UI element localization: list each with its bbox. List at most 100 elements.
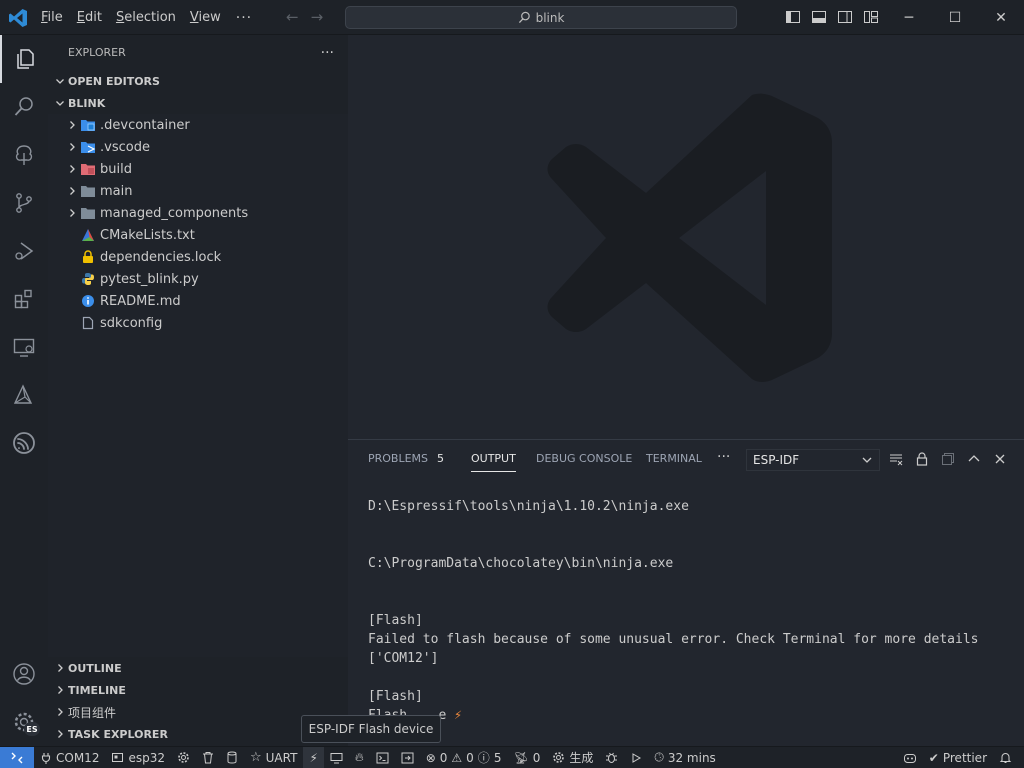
monitor-button[interactable] (324, 747, 349, 768)
output-line: ['COM12'] (368, 651, 439, 666)
tree-item-sdkconfig[interactable]: sdkconfig (48, 312, 348, 334)
manage-activity[interactable]: ES (0, 698, 48, 746)
python-icon (80, 271, 96, 287)
menuconfig-button[interactable] (171, 747, 196, 768)
toggle-secondary-sidebar-icon[interactable] (837, 9, 853, 25)
activity-bar: ES (0, 35, 48, 746)
prettier-status[interactable]: ✔︎ Prettier (923, 747, 993, 768)
time-tracker-status[interactable]: 🕓︎ 32 mins (648, 747, 721, 768)
lock-icon[interactable] (914, 451, 930, 467)
copilot-status[interactable] (897, 747, 923, 768)
remote-explorer-activity[interactable] (0, 323, 48, 371)
tree-item-pytest-blink[interactable]: pytest_blink.py (48, 268, 348, 290)
copilot-icon (903, 753, 916, 763)
tree-item-managed-components[interactable]: managed_components (48, 202, 348, 224)
close-panel-icon[interactable] (992, 451, 1008, 467)
status-bar: COM12 esp32 ☆ UART ⚡ 🔥︎ ⊗ 0 ⚠ 0 ⓘ 5 📡︎ 0 生成 (0, 746, 1024, 768)
toggle-primary-sidebar-icon[interactable] (785, 9, 801, 25)
chevron-up-icon[interactable] (966, 451, 982, 467)
file-icon (80, 315, 96, 331)
target-status[interactable]: esp32 (105, 747, 171, 768)
esp-idf-explorer-activity[interactable] (0, 131, 48, 179)
gear-icon (553, 752, 565, 763)
terminal-icon (376, 752, 389, 763)
panel-more-button[interactable]: ··· (717, 449, 730, 469)
chevron-right-icon (64, 139, 80, 155)
menu-selection[interactable]: Selection (111, 10, 181, 25)
open-editors-section[interactable]: OPEN EDITORS (48, 70, 348, 92)
flash-device-button[interactable]: ⚡ (303, 746, 324, 768)
timeline-section[interactable]: TIMELINE (48, 679, 348, 701)
full-clean-button[interactable] (196, 747, 220, 768)
open-in-editor-icon[interactable] (940, 451, 956, 467)
clear-output-icon[interactable] (888, 451, 904, 467)
forward-arrow-icon[interactable]: → (311, 8, 324, 26)
chevron-down-icon (52, 73, 68, 89)
port-status[interactable]: COM12 (34, 747, 105, 768)
build-flash-monitor-button[interactable]: 🔥︎ (349, 747, 370, 768)
tab-problems[interactable]: PROBLEMS (368, 452, 428, 472)
tree-item-dependencies-lock[interactable]: dependencies.lock (48, 246, 348, 268)
sdk-button[interactable] (220, 747, 244, 768)
output-channel-value: ESP-IDF (753, 453, 800, 467)
tree-item-cmakelists[interactable]: CMakeLists.txt (48, 224, 348, 246)
toggle-panel-icon[interactable] (811, 9, 827, 25)
trash-icon (202, 752, 213, 764)
execute-task-button[interactable] (395, 747, 420, 768)
flash-method-status[interactable]: ☆ UART (244, 747, 303, 768)
remote-indicator[interactable] (0, 746, 34, 768)
search-activity[interactable] (0, 83, 48, 131)
source-control-activity[interactable] (0, 179, 48, 227)
problems-status[interactable]: ⊗ 0 ⚠ 0 ⓘ 5 (420, 747, 508, 768)
tab-output[interactable]: OUTPUT (471, 452, 516, 472)
cmake-activity[interactable] (0, 371, 48, 419)
warning-icon: ⚠ (451, 750, 463, 765)
menu-view[interactable]: View (185, 10, 226, 25)
editor-area (348, 35, 1024, 439)
close-icon[interactable]: ✕ (978, 0, 1024, 35)
accounts-activity[interactable] (0, 650, 48, 698)
terminal-button[interactable] (370, 747, 395, 768)
flame-icon: 🔥︎ (354, 750, 364, 764)
tree-item-vscode[interactable]: .vscode (48, 136, 348, 158)
run-debug-activity[interactable] (0, 227, 48, 275)
bell-icon (999, 753, 1012, 763)
espressif-activity[interactable] (0, 419, 48, 467)
cmake-icon (80, 227, 96, 243)
tab-debug-console[interactable]: DEBUG CONSOLE (536, 452, 632, 472)
output-channel-select[interactable]: ESP-IDF (746, 449, 880, 471)
project-section[interactable]: BLINK (48, 92, 348, 114)
tree-item-build[interactable]: build (48, 158, 348, 180)
maximize-icon[interactable]: ☐ (932, 0, 978, 35)
explorer-activity[interactable] (0, 35, 48, 83)
extensions-activity[interactable] (0, 275, 48, 323)
ports-status[interactable]: 📡︎ 0 (507, 747, 546, 768)
menu-edit[interactable]: Edit (72, 10, 107, 25)
back-arrow-icon[interactable]: ← (286, 8, 299, 26)
build-status[interactable]: 生成 (546, 747, 599, 768)
remote-icon (11, 752, 23, 763)
run-button[interactable] (624, 747, 648, 768)
build-folder-icon (80, 161, 96, 177)
outline-section[interactable]: OUTLINE (48, 657, 348, 679)
menu-more-button[interactable]: ··· (230, 10, 258, 26)
notifications-button[interactable] (993, 747, 1024, 768)
command-center-search[interactable]: blink (345, 6, 737, 29)
double-check-icon: ✔︎ (928, 750, 939, 765)
minimize-icon[interactable]: ─ (886, 0, 932, 35)
chevron-right-icon (52, 726, 68, 742)
bug-icon (606, 752, 618, 763)
explorer-more-button[interactable]: ··· (321, 45, 334, 61)
tree-item-readme[interactable]: README.md (48, 290, 348, 312)
debug-button[interactable] (599, 747, 624, 768)
menu-file[interactable]: File (36, 10, 68, 25)
tree-item-main[interactable]: main (48, 180, 348, 202)
tree-item-devcontainer[interactable]: .devcontainer (48, 114, 348, 136)
customize-layout-icon[interactable] (863, 9, 879, 25)
monitor-icon (330, 752, 343, 763)
menu-bar: File Edit Selection View ··· (36, 0, 258, 35)
tab-terminal[interactable]: TERMINAL (646, 452, 702, 472)
